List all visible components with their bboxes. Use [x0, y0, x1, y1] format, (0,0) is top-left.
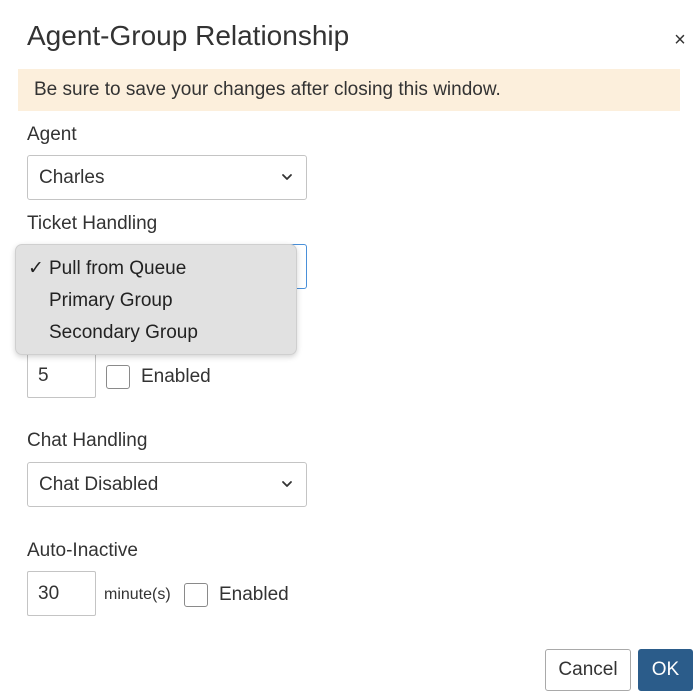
- auto-inactive-unit: minute(s): [104, 586, 171, 603]
- limit-enabled-label: Enabled: [141, 366, 211, 387]
- agent-select[interactable]: Charles: [27, 155, 307, 200]
- chevron-down-icon: [282, 481, 292, 487]
- close-icon[interactable]: ×: [668, 28, 692, 52]
- auto-inactive-label: Auto-Inactive: [27, 540, 138, 561]
- agent-group-dialog: Agent-Group Relationship × Be sure to sa…: [0, 0, 700, 700]
- limit-enabled-checkbox[interactable]: [106, 365, 130, 389]
- auto-inactive-input[interactable]: 30: [27, 571, 96, 616]
- cancel-button[interactable]: Cancel: [545, 649, 631, 691]
- dialog-title: Agent-Group Relationship: [27, 20, 350, 51]
- save-notice: Be sure to save your changes after closi…: [18, 69, 680, 111]
- limit-input[interactable]: 5: [27, 353, 96, 398]
- ticket-handling-label: Ticket Handling: [27, 213, 158, 234]
- auto-inactive-enabled-checkbox[interactable]: [184, 583, 208, 607]
- dropdown-option-primary-group[interactable]: Primary Group: [16, 285, 296, 317]
- dropdown-option-label: Secondary Group: [49, 322, 198, 343]
- auto-inactive-enabled-label: Enabled: [219, 584, 289, 605]
- dropdown-option-pull-from-queue[interactable]: ✓ Pull from Queue: [16, 253, 296, 285]
- agent-label: Agent: [27, 124, 77, 145]
- chat-handling-label: Chat Handling: [27, 430, 148, 451]
- chat-handling-select-value: Chat Disabled: [39, 474, 159, 495]
- checkmark-icon: ✓: [28, 258, 44, 279]
- agent-select-value: Charles: [39, 167, 105, 188]
- dropdown-option-label: Primary Group: [49, 290, 173, 311]
- dropdown-option-secondary-group[interactable]: Secondary Group: [16, 317, 296, 349]
- ok-button[interactable]: OK: [638, 649, 693, 691]
- chevron-down-icon: [282, 174, 292, 180]
- ticket-handling-dropdown-menu: ✓ Pull from Queue Primary Group Secondar…: [15, 244, 297, 355]
- dropdown-option-label: Pull from Queue: [49, 258, 187, 279]
- chat-handling-select[interactable]: Chat Disabled: [27, 462, 307, 507]
